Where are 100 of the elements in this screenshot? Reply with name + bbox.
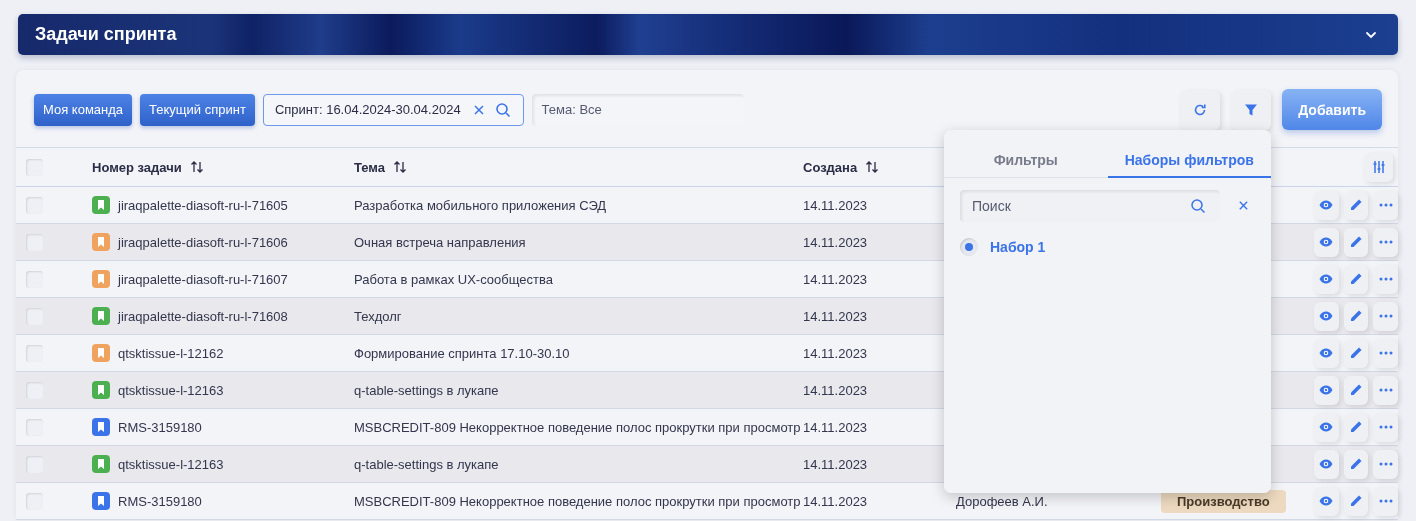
created-date: 14.11.2023	[803, 345, 868, 361]
theme-field[interactable]: Тема: Все	[531, 93, 744, 126]
more-icon	[1378, 277, 1393, 281]
more-icon	[1378, 314, 1393, 318]
sort-icon[interactable]	[865, 160, 880, 174]
filter-button[interactable]	[1231, 89, 1272, 130]
row-checkbox[interactable]	[26, 307, 43, 325]
row-checkbox[interactable]	[26, 233, 43, 251]
sort-icon[interactable]	[189, 160, 204, 174]
view-button[interactable]	[1314, 301, 1339, 331]
select-all-checkbox[interactable]	[26, 158, 43, 176]
task-id[interactable]: RMS-3159180	[118, 493, 202, 509]
pencil-icon	[1349, 198, 1363, 212]
created-date: 14.11.2023	[803, 308, 868, 324]
view-button[interactable]	[1314, 338, 1339, 368]
pencil-icon	[1349, 346, 1363, 360]
task-id[interactable]: RMS-3159180	[118, 419, 202, 435]
clear-icon[interactable]	[472, 103, 485, 116]
row-checkbox[interactable]	[26, 196, 43, 214]
eye-icon	[1319, 311, 1334, 321]
page-title: Задачи спринта	[35, 24, 177, 45]
task-id[interactable]: jiraqpalette-diasoft-ru-l-71608	[118, 308, 288, 324]
task-theme: q-table-settings в лукапе	[354, 382, 499, 398]
view-button[interactable]	[1314, 449, 1339, 479]
search-field[interactable]: Поиск	[960, 189, 1220, 222]
task-theme: MSBCREDIT-809 Некорректное поведение полос прокрутки при просмотр	[354, 493, 801, 509]
row-checkbox[interactable]	[26, 270, 43, 288]
pencil-icon	[1349, 494, 1363, 508]
column-header[interactable]: Тема	[354, 159, 386, 175]
popover-tab[interactable]: Фильтры	[944, 152, 1108, 178]
radio-button[interactable]	[960, 237, 978, 256]
created-date: 14.11.2023	[803, 382, 868, 398]
column-settings-button[interactable]	[1364, 152, 1393, 182]
view-button[interactable]	[1314, 486, 1339, 516]
edit-button[interactable]	[1343, 190, 1369, 220]
more-icon	[1378, 499, 1393, 503]
more-icon	[1378, 462, 1393, 466]
search-icon[interactable]	[1190, 197, 1206, 214]
view-button[interactable]	[1314, 190, 1339, 220]
edit-button[interactable]	[1343, 449, 1369, 479]
task-id[interactable]: jiraqpalette-diasoft-ru-l-71605	[118, 197, 288, 213]
pencil-icon	[1349, 309, 1363, 323]
row-checkbox[interactable]	[26, 418, 43, 436]
view-button[interactable]	[1314, 227, 1339, 257]
row-checkbox[interactable]	[26, 455, 43, 473]
eye-icon	[1319, 274, 1334, 284]
filter-chip[interactable]: Текущий спринт	[140, 93, 255, 126]
task-theme: Разработка мобильного приложения СЭД	[354, 197, 607, 213]
more-icon	[1378, 388, 1393, 392]
more-icon	[1378, 203, 1393, 207]
pencil-icon	[1349, 272, 1363, 286]
task-id[interactable]: qtsktissue-l-12162	[118, 345, 224, 361]
task-id[interactable]: qtsktissue-l-12163	[118, 382, 224, 398]
close-icon[interactable]	[1238, 200, 1249, 211]
edit-button[interactable]	[1343, 264, 1369, 294]
task-theme: q-table-settings в лукапе	[354, 456, 499, 472]
eye-icon	[1319, 496, 1334, 506]
view-button[interactable]	[1314, 375, 1339, 405]
row-checkbox[interactable]	[26, 344, 43, 362]
task-theme: Работа в рамках UX-сообщества	[354, 271, 553, 287]
task-theme: Формирование спринта 17.10-30.10	[354, 345, 570, 361]
pencil-icon	[1349, 420, 1363, 434]
eye-icon	[1319, 237, 1334, 247]
more-icon	[1378, 425, 1393, 429]
task-theme: Техдолг	[354, 308, 402, 324]
edit-button[interactable]	[1343, 375, 1369, 405]
funnel-icon	[1244, 102, 1259, 117]
pencil-icon	[1349, 383, 1363, 397]
task-id[interactable]: qtsktissue-l-12163	[118, 456, 224, 472]
edit-button[interactable]	[1343, 338, 1369, 368]
edit-button[interactable]	[1343, 301, 1369, 331]
refresh-button[interactable]	[1180, 89, 1221, 130]
edit-button[interactable]	[1343, 412, 1369, 442]
search-icon[interactable]	[494, 101, 511, 118]
filter-chip[interactable]: Моя команда	[34, 93, 133, 126]
task-theme: MSBCREDIT-809 Некорректное поведение полос прокрутки при просмотр	[354, 419, 801, 435]
task-theme: Очная встреча направления	[354, 234, 526, 250]
task-id[interactable]: jiraqpalette-diasoft-ru-l-71607	[118, 271, 288, 287]
assignee-name: Дорофеев А.И.	[956, 493, 1048, 509]
refresh-icon	[1193, 102, 1208, 117]
more-icon	[1378, 240, 1393, 244]
created-date: 14.11.2023	[803, 419, 868, 435]
created-date: 14.11.2023	[803, 271, 868, 287]
filter-set-label[interactable]: Набор 1	[990, 238, 1046, 255]
column-header[interactable]: Номер задачи	[92, 159, 182, 175]
eye-icon	[1319, 459, 1334, 469]
row-checkbox[interactable]	[26, 381, 43, 399]
popover-tab[interactable]: Наборы фильтров	[1107, 152, 1271, 178]
column-header[interactable]: Создана	[803, 159, 858, 175]
edit-button[interactable]	[1343, 486, 1369, 516]
view-button[interactable]	[1314, 264, 1339, 294]
view-button[interactable]	[1314, 412, 1339, 442]
edit-button[interactable]	[1343, 227, 1369, 257]
created-date: 14.11.2023	[803, 234, 868, 250]
created-date: 14.11.2023	[803, 493, 868, 509]
task-id[interactable]: jiraqpalette-diasoft-ru-l-71606	[118, 234, 288, 250]
row-checkbox[interactable]	[26, 492, 43, 510]
sort-icon[interactable]	[393, 160, 408, 174]
eye-icon	[1319, 422, 1334, 432]
sprint-field[interactable]: Спринт: 16.04.2024-30.04.2024	[262, 93, 524, 126]
